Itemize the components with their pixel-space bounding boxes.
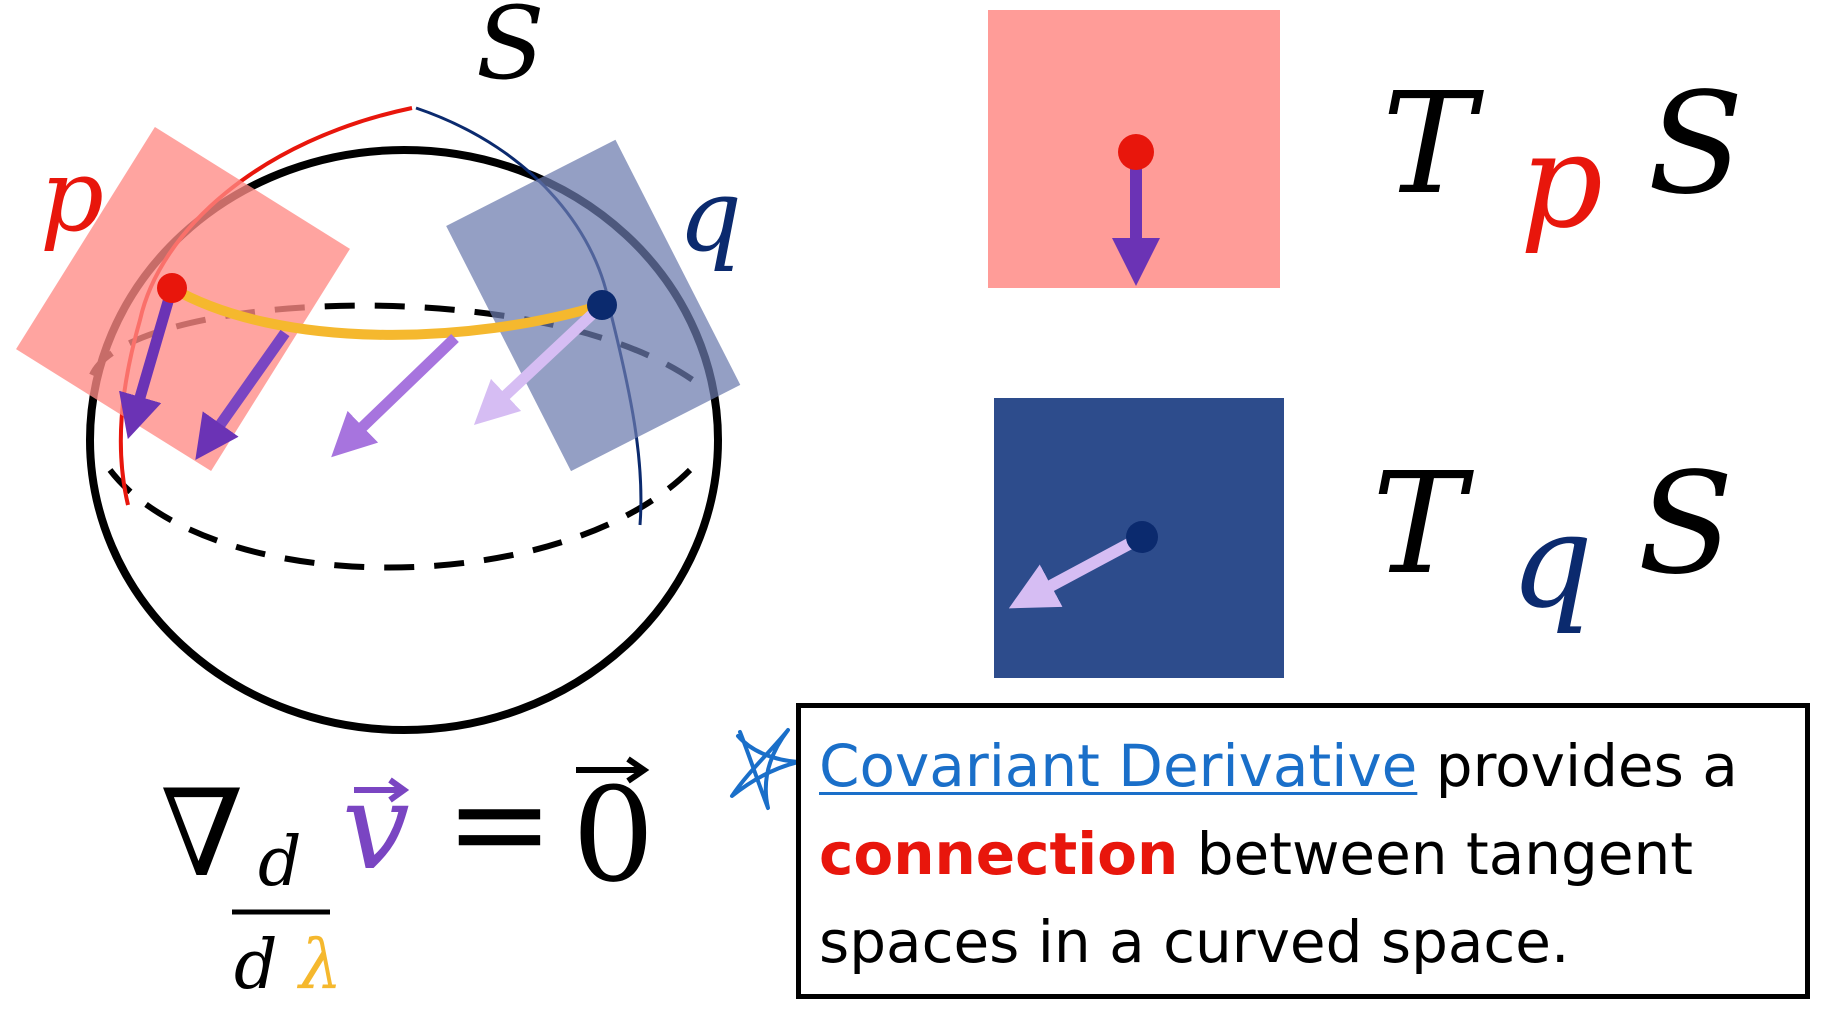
tangent-space-q-T: T xyxy=(1372,443,1474,606)
label-point-p: p xyxy=(40,137,104,254)
tangent-space-p-T: T xyxy=(1382,63,1484,226)
label-point-q: q xyxy=(678,157,742,274)
tangent-space-p-S: S xyxy=(1648,63,1744,226)
equation-fraction-denominator: d λ xyxy=(234,926,342,1005)
tangent-space-q-panel: T q S xyxy=(994,398,1734,678)
note-emphasis-connection: connection xyxy=(819,820,1179,888)
equation-nabla: ∇ xyxy=(160,765,244,904)
equation-fraction-numerator: d xyxy=(258,823,302,902)
hand-drawn-star-icon xyxy=(730,728,800,810)
tangent-space-q-dot xyxy=(1126,521,1158,553)
tangent-space-p-dot xyxy=(1118,134,1154,170)
vector-transport-2 xyxy=(331,334,459,458)
equation-zero: 0 xyxy=(572,759,655,911)
note-text-part1: provides a xyxy=(1417,732,1738,800)
equator-front-dashed xyxy=(107,467,693,571)
equation-equals: = xyxy=(445,747,554,899)
covariant-derivative-equation: ∇ d d λ v = 0 xyxy=(160,747,655,1005)
point-q-dot xyxy=(587,290,617,320)
equation-vector-v: v xyxy=(342,758,410,897)
slide: S p q T p S T q S ∇ d d λ v = 0 Covarian… xyxy=(0,0,1822,1014)
tangent-space-q-label: T q S xyxy=(1372,443,1734,640)
tangent-space-p-panel: T p S xyxy=(988,10,1744,288)
tangent-space-p-label: T p S xyxy=(1382,63,1744,260)
label-surface-S: S xyxy=(476,0,545,102)
tangent-space-q-subscript: q xyxy=(1510,485,1593,637)
tangent-space-q-S: S xyxy=(1638,443,1734,606)
equation-denominator-lambda: λ xyxy=(296,926,342,1005)
equation-denominator-d: d xyxy=(234,926,278,1005)
explanation-box: Covariant Derivative provides a connecti… xyxy=(796,703,1810,999)
tangent-space-p-subscript: p xyxy=(1520,105,1603,257)
covariant-derivative-term[interactable]: Covariant Derivative xyxy=(819,732,1417,800)
point-p-dot xyxy=(157,273,187,303)
